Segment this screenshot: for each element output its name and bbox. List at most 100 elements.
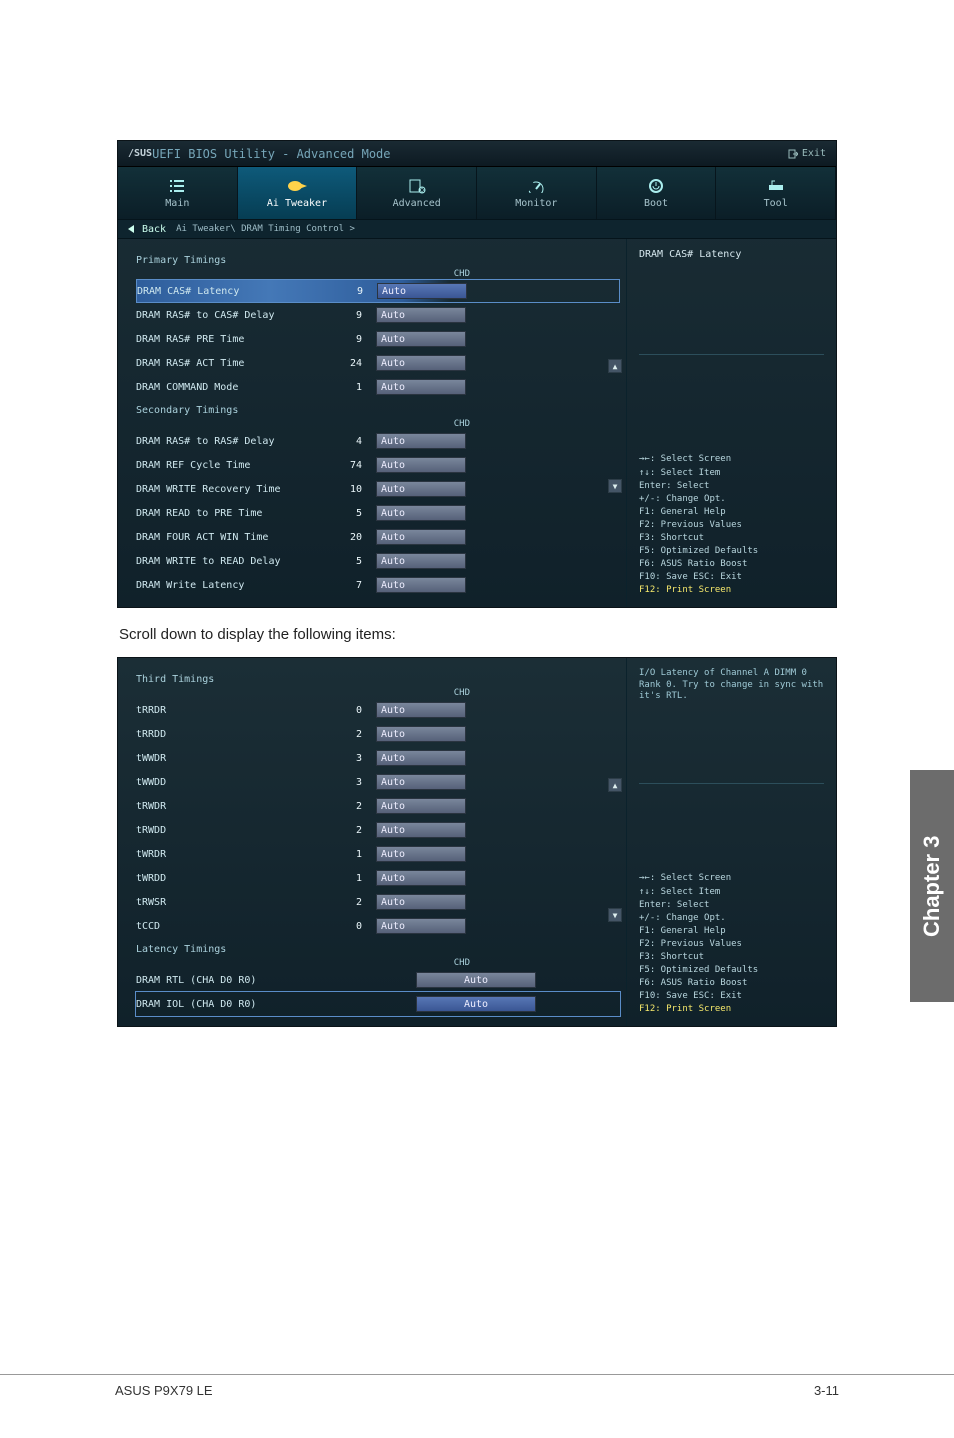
setting-input[interactable]: Auto <box>376 433 466 449</box>
setting-input[interactable]: Auto <box>376 457 466 473</box>
scroll-down-icon[interactable]: ▼ <box>608 908 622 922</box>
section-primary-timings: Primary Timings <box>136 255 620 266</box>
setting-input[interactable]: Auto <box>376 846 466 862</box>
setting-row[interactable]: DRAM WRITE to READ Delay5Auto <box>136 549 620 573</box>
bios-screenshot-1: /SUS UEFI BIOS Utility - Advanced Mode E… <box>117 140 837 608</box>
setting-input[interactable]: Auto <box>376 577 466 593</box>
help-keys: →←: Select Screen↑↓: Select ItemEnter: S… <box>639 453 824 597</box>
setting-input[interactable]: Auto <box>376 798 466 814</box>
setting-input[interactable]: Auto <box>376 750 466 766</box>
breadcrumb-path: Ai Tweaker\ DRAM Timing Control > <box>176 224 355 234</box>
chapter-side-tab: Chapter 3 <box>910 770 954 1002</box>
scroll-up-icon[interactable]: ▲ <box>608 778 622 792</box>
setting-input[interactable]: Auto <box>376 894 466 910</box>
tab-advanced[interactable]: Advanced <box>357 167 477 219</box>
help-key-line: Enter: Select <box>639 899 824 912</box>
setting-row[interactable]: DRAM CAS# Latency9Auto <box>136 279 620 303</box>
tab-main[interactable]: Main <box>118 167 238 219</box>
setting-input[interactable]: Auto <box>376 331 466 347</box>
setting-input[interactable]: Auto <box>376 822 466 838</box>
setting-input[interactable]: Auto <box>376 529 466 545</box>
setting-input[interactable]: Auto <box>376 702 466 718</box>
setting-label: DRAM Write Latency <box>136 580 336 591</box>
setting-input[interactable]: Auto <box>376 379 466 395</box>
exit-button[interactable]: Exit <box>788 148 826 159</box>
setting-row[interactable]: tWRDR1Auto <box>136 842 620 866</box>
setting-label: DRAM RAS# to RAS# Delay <box>136 436 336 447</box>
setting-row[interactable]: DRAM RAS# PRE Time9Auto <box>136 327 620 351</box>
help-keys: →←: Select Screen↑↓: Select ItemEnter: S… <box>639 872 824 1016</box>
help-key-line: →←: Select Screen <box>639 872 824 885</box>
bios-title: UEFI BIOS Utility - Advanced Mode <box>152 147 390 161</box>
help-title: DRAM CAS# Latency <box>639 249 824 260</box>
settings-pane: Primary Timings CHD DRAM CAS# Latency9Au… <box>118 239 626 607</box>
setting-input[interactable]: Auto <box>376 307 466 323</box>
setting-row[interactable]: DRAM REF Cycle Time74Auto <box>136 453 620 477</box>
help-key-line: +/-: Change Opt. <box>639 912 824 925</box>
setting-input[interactable]: Auto <box>376 774 466 790</box>
scrollbar[interactable]: ▲ ▼ <box>608 658 624 1026</box>
setting-input[interactable]: Auto <box>376 355 466 371</box>
tab-ai-tweaker[interactable]: Ai Tweaker <box>238 167 358 219</box>
setting-input[interactable]: Auto <box>376 726 466 742</box>
tab-monitor[interactable]: Monitor <box>477 167 597 219</box>
setting-label: tRRDD <box>136 729 336 740</box>
setting-current-value: 1 <box>336 382 376 393</box>
setting-row[interactable]: DRAM RTL (CHA D0 R0)Auto <box>136 968 620 992</box>
setting-label: tRRDR <box>136 705 336 716</box>
setting-row[interactable]: tRWDD2Auto <box>136 818 620 842</box>
setting-label: DRAM REF Cycle Time <box>136 460 336 471</box>
setting-input[interactable]: Auto <box>376 553 466 569</box>
tab-boot[interactable]: Boot <box>597 167 717 219</box>
setting-row[interactable]: DRAM COMMAND Mode1Auto <box>136 375 620 399</box>
setting-row[interactable]: DRAM FOUR ACT WIN Time20Auto <box>136 525 620 549</box>
setting-row[interactable]: DRAM RAS# to CAS# Delay9Auto <box>136 303 620 327</box>
scrollbar[interactable]: ▲ ▼ <box>608 239 624 607</box>
help-key-line: F12: Print Screen <box>639 584 824 597</box>
setting-input[interactable]: Auto <box>377 283 467 299</box>
setting-row[interactable]: DRAM RAS# ACT Time24Auto <box>136 351 620 375</box>
setting-current-value: 74 <box>336 460 376 471</box>
setting-label: DRAM WRITE Recovery Time <box>136 484 336 495</box>
setting-current-value: 24 <box>336 358 376 369</box>
setting-row[interactable]: tCCD0Auto <box>136 914 620 938</box>
chd-header: CHD <box>136 688 470 698</box>
help-key-line: F1: General Help <box>639 506 824 519</box>
setting-row[interactable]: tWRDD1Auto <box>136 866 620 890</box>
setting-row[interactable]: DRAM Write Latency7Auto <box>136 573 620 597</box>
back-button[interactable]: Back <box>128 224 166 235</box>
setting-row[interactable]: tRWSR2Auto <box>136 890 620 914</box>
setting-row[interactable]: tWWDD3Auto <box>136 770 620 794</box>
setting-input[interactable]: Auto <box>416 996 536 1012</box>
setting-row[interactable]: tRRDR0Auto <box>136 698 620 722</box>
tab-tool[interactable]: Tool <box>716 167 836 219</box>
setting-row[interactable]: DRAM RAS# to RAS# Delay4Auto <box>136 429 620 453</box>
setting-label: tWWDD <box>136 777 336 788</box>
setting-current-value: 10 <box>336 484 376 495</box>
setting-current-value: 2 <box>336 729 376 740</box>
setting-input[interactable]: Auto <box>376 481 466 497</box>
setting-row[interactable]: DRAM WRITE Recovery Time10Auto <box>136 477 620 501</box>
setting-input[interactable]: Auto <box>376 918 466 934</box>
setting-row[interactable]: tWWDR3Auto <box>136 746 620 770</box>
help-key-line: F10: Save ESC: Exit <box>639 990 824 1003</box>
tab-label: Monitor <box>515 198 557 209</box>
setting-input[interactable]: Auto <box>376 870 466 886</box>
help-key-line: F12: Print Screen <box>639 1003 824 1016</box>
setting-input[interactable]: Auto <box>416 972 536 988</box>
setting-row[interactable]: DRAM IOL (CHA D0 R0)Auto <box>136 992 620 1016</box>
exit-icon <box>788 149 798 159</box>
scroll-down-icon[interactable]: ▼ <box>608 479 622 493</box>
tab-label: Advanced <box>393 198 441 209</box>
help-key-line: F6: ASUS Ratio Boost <box>639 977 824 990</box>
setting-row[interactable]: tRRDD2Auto <box>136 722 620 746</box>
scroll-up-icon[interactable]: ▲ <box>608 359 622 373</box>
setting-row[interactable]: tRWDR2Auto <box>136 794 620 818</box>
setting-input[interactable]: Auto <box>376 505 466 521</box>
section-third-timings: Third Timings <box>136 674 620 685</box>
setting-current-value: 1 <box>336 849 376 860</box>
chd-header: CHD <box>136 958 470 968</box>
setting-label: DRAM RAS# PRE Time <box>136 334 336 345</box>
setting-row[interactable]: DRAM READ to PRE Time5Auto <box>136 501 620 525</box>
asus-logo: /SUS <box>128 148 152 159</box>
